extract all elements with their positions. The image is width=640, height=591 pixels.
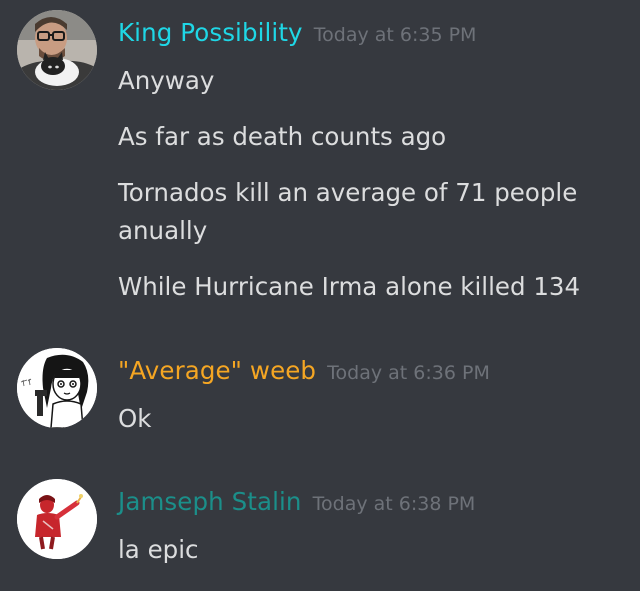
message-header: "Average" weeb Today at 6:36 PM (118, 356, 490, 385)
timestamp: Today at 6:38 PM (312, 493, 476, 515)
message-text: Ok (118, 404, 152, 433)
message-text: While Hurricane Irma alone killed 134 (118, 272, 581, 301)
anime-girl-drawing-avatar[interactable] (17, 348, 97, 428)
man-with-glasses-holding-cat-avatar[interactable] (17, 10, 97, 90)
message-header: King Possibility Today at 6:35 PM (118, 18, 476, 47)
username[interactable]: King Possibility (118, 18, 303, 47)
chat-message-list: King Possibility Today at 6:35 PM Anyway… (0, 0, 640, 591)
message-text: anually (118, 216, 208, 245)
red-figure-pointing-avatar[interactable] (17, 479, 97, 559)
timestamp: Today at 6:36 PM (327, 362, 490, 384)
message-text: Anyway (118, 66, 215, 95)
message-text: Tornados kill an average of 71 people (118, 178, 578, 207)
message-text: As far as death counts ago (118, 122, 447, 151)
username[interactable]: "Average" weeb (118, 356, 316, 385)
timestamp: Today at 6:35 PM (313, 24, 477, 46)
message-text: la epic (118, 535, 199, 564)
username[interactable]: Jamseph Stalin (118, 487, 302, 516)
message-header: Jamseph Stalin Today at 6:38 PM (118, 487, 475, 516)
